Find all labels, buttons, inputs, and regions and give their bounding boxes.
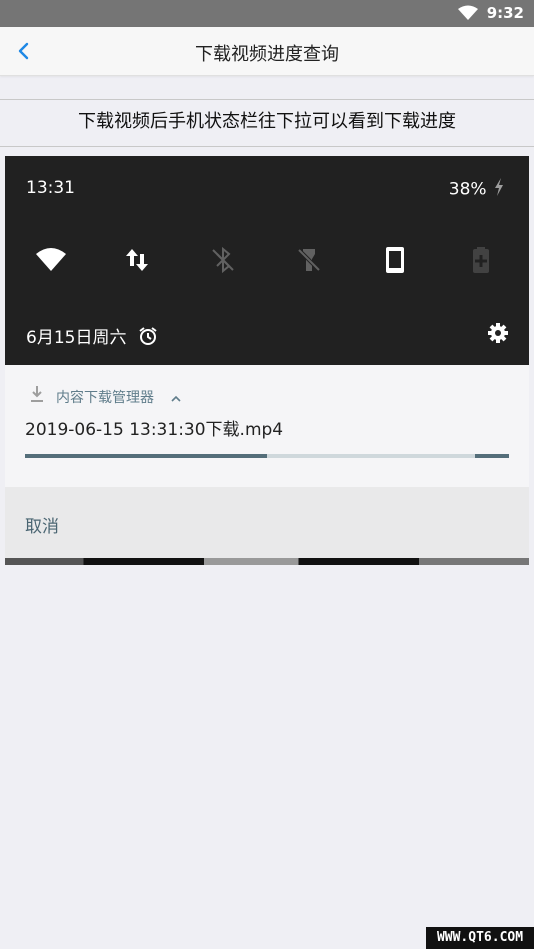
bluetooth-off-icon[interactable] (205, 242, 241, 278)
rotation-icon[interactable] (377, 242, 413, 278)
date-text: 6月15日周六 (26, 328, 127, 348)
notification-actions: 取消 (5, 487, 529, 558)
shade-date: 6月15日周六 (26, 323, 158, 351)
data-icon[interactable] (119, 242, 155, 278)
battery-saver-icon[interactable] (463, 242, 499, 278)
download-icon (30, 385, 44, 407)
status-time: 9:32 (486, 4, 524, 22)
wifi-icon (458, 5, 478, 25)
status-bar: 9:32 (0, 0, 534, 27)
flashlight-off-icon[interactable] (291, 242, 327, 278)
nav-bar: 下载视频进度查询 (0, 27, 534, 76)
watermark: WWW.QT6.COM (426, 927, 534, 949)
battery-percent: 38% (448, 179, 487, 200)
download-filename: 2019-06-15 13:31:30下载.mp4 (25, 420, 284, 440)
notification-app-name: 内容下载管理器 (56, 390, 154, 406)
progress-fill (25, 454, 267, 458)
alarm-icon (138, 326, 158, 351)
wifi-icon[interactable] (33, 242, 69, 278)
battery-indicator: 38% (449, 178, 504, 201)
settings-gear-icon[interactable] (487, 322, 509, 348)
quick-settings-row (5, 242, 529, 278)
page-title: 下载视频进度查询 (195, 44, 339, 65)
download-progress-bar (25, 454, 509, 458)
download-notification[interactable]: 内容下载管理器 2019-06-15 13:31:30下载.mp4 (5, 365, 529, 487)
hint-text: 下载视频后手机状态栏往下拉可以看到下载进度 (0, 99, 534, 147)
shade-clock: 13:31 (26, 178, 75, 198)
chevron-up-icon[interactable] (170, 389, 182, 408)
cancel-button[interactable]: 取消 (25, 512, 59, 537)
progress-indeterminate-segment (475, 454, 509, 458)
charging-icon (494, 178, 504, 201)
screenshot-edge-strip (5, 558, 529, 565)
notification-shade: 13:31 38% 6月15日周六 (5, 156, 529, 365)
